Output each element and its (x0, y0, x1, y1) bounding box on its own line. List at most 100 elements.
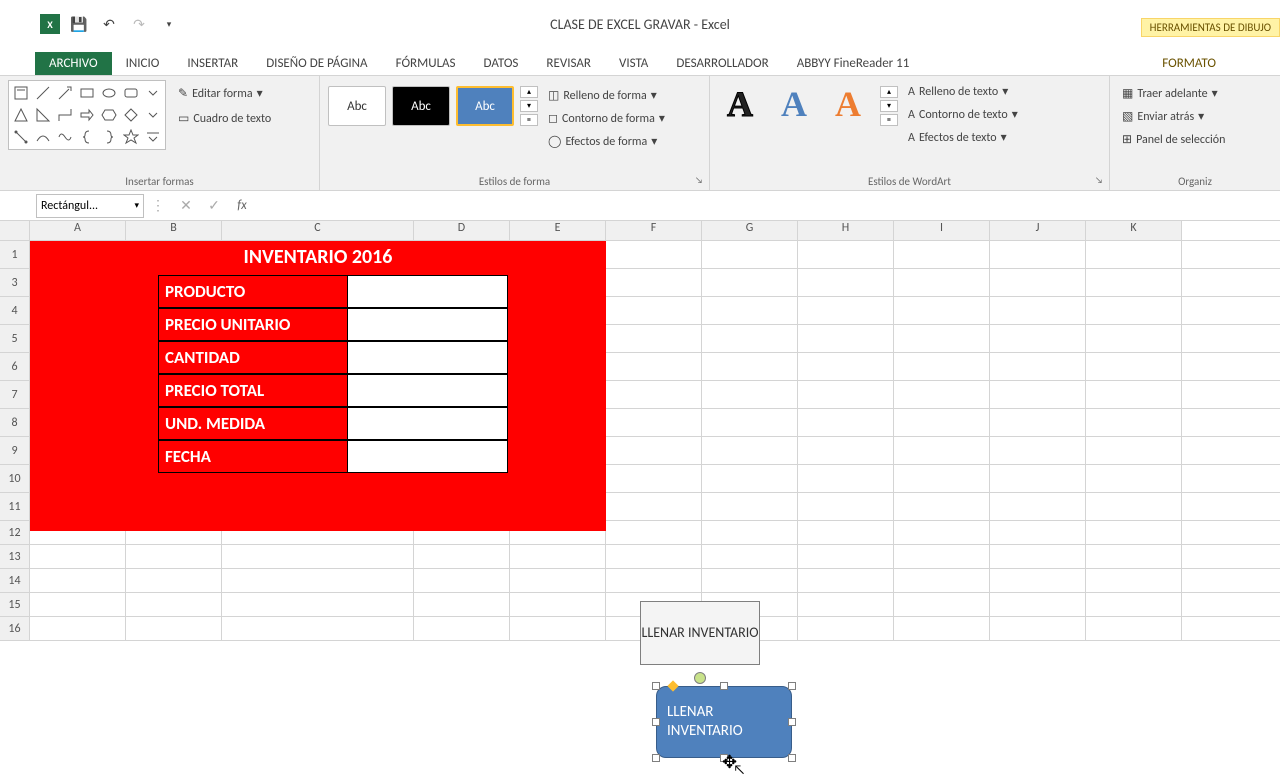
shape-dropdown-icon[interactable] (143, 127, 163, 147)
cell[interactable] (222, 593, 414, 616)
cell[interactable] (1086, 353, 1182, 380)
shape-rect-icon[interactable] (77, 83, 97, 103)
row-header[interactable]: 12 (0, 521, 30, 544)
cell[interactable] (798, 593, 894, 616)
row-header[interactable]: 15 (0, 593, 30, 616)
cell[interactable] (990, 521, 1086, 544)
cell[interactable] (798, 297, 894, 324)
cell[interactable] (1086, 241, 1182, 268)
row-header[interactable]: 5 (0, 325, 30, 352)
cell[interactable] (606, 545, 702, 568)
cell[interactable] (990, 437, 1086, 464)
shape-rightarrow-icon[interactable] (77, 105, 97, 125)
cell[interactable] (702, 409, 798, 436)
row-header[interactable]: 10 (0, 465, 30, 492)
selection-pane-button[interactable]: ⊞Panel de selección (1118, 130, 1272, 149)
cell[interactable] (606, 269, 702, 296)
cell[interactable] (702, 269, 798, 296)
cell[interactable] (798, 545, 894, 568)
cell[interactable] (510, 593, 606, 616)
cell[interactable] (990, 325, 1086, 352)
cell[interactable] (606, 493, 702, 520)
row-header[interactable]: 6 (0, 353, 30, 380)
wordart-style-2[interactable]: A (772, 82, 816, 126)
cell[interactable] (222, 617, 414, 640)
cell[interactable] (126, 617, 222, 640)
cell[interactable] (1086, 409, 1182, 436)
row-header[interactable]: 3 (0, 269, 30, 296)
cell[interactable] (126, 569, 222, 592)
shape-star-icon[interactable] (121, 127, 141, 147)
qat-customize-icon[interactable]: ▾ (158, 13, 180, 35)
cell[interactable] (798, 353, 894, 380)
cell[interactable] (894, 409, 990, 436)
formula-accept-icon[interactable]: ✓ (200, 197, 228, 214)
cell[interactable] (222, 545, 414, 568)
shape-arrow-icon[interactable] (55, 83, 75, 103)
cell[interactable] (1086, 569, 1182, 592)
cell[interactable] (414, 569, 510, 592)
cell[interactable] (702, 493, 798, 520)
tab-formulas[interactable]: FÓRMULAS (382, 52, 470, 75)
cell[interactable] (606, 241, 702, 268)
cell[interactable] (702, 297, 798, 324)
shape-line-icon[interactable] (33, 83, 53, 103)
tab-inicio[interactable]: INICIO (112, 52, 174, 75)
cell[interactable] (798, 241, 894, 268)
cell[interactable] (222, 569, 414, 592)
shape-brace-l-icon[interactable] (77, 127, 97, 147)
shape-fill-button[interactable]: ◫Relleno de forma ▾ (544, 86, 669, 105)
cell[interactable] (798, 325, 894, 352)
row-header[interactable]: 13 (0, 545, 30, 568)
shape-outline-button[interactable]: ◻Contorno de forma ▾ (544, 109, 669, 128)
wordart-style-1[interactable]: A (718, 82, 762, 126)
cell[interactable] (990, 241, 1086, 268)
cell[interactable] (990, 593, 1086, 616)
cell[interactable] (702, 437, 798, 464)
shape-brace-r-icon[interactable] (99, 127, 119, 147)
cell[interactable] (1086, 545, 1182, 568)
cell[interactable] (702, 325, 798, 352)
col-header[interactable]: I (894, 221, 990, 240)
select-all-corner[interactable] (0, 221, 30, 240)
shape-style-more[interactable]: ▴▾≡ (520, 86, 538, 126)
shape-more2-icon[interactable] (143, 105, 163, 125)
cell[interactable] (990, 381, 1086, 408)
cell[interactable] (990, 545, 1086, 568)
cell[interactable] (1086, 325, 1182, 352)
form-input[interactable] (348, 374, 508, 407)
cell[interactable] (894, 241, 990, 268)
resize-handle[interactable] (652, 682, 660, 690)
cell[interactable] (894, 593, 990, 616)
cell[interactable] (606, 353, 702, 380)
tab-abbyy[interactable]: ABBYY FineReader 11 (783, 52, 924, 75)
cell[interactable] (702, 521, 798, 544)
adjust-handle[interactable] (667, 680, 678, 691)
cell[interactable] (1086, 617, 1182, 640)
shape-textbox-icon[interactable] (11, 83, 31, 103)
save-icon[interactable]: 💾 (68, 13, 90, 35)
shape-blue-button[interactable]: LLENAR INVENTARIO (656, 686, 792, 758)
shape-freeform-icon[interactable] (55, 127, 75, 147)
cell[interactable] (990, 353, 1086, 380)
cell[interactable] (1086, 297, 1182, 324)
cell[interactable] (990, 569, 1086, 592)
cell[interactable] (1086, 521, 1182, 544)
shape-gray-button[interactable]: LLENAR INVENTARIO (640, 601, 760, 665)
row-header[interactable]: 9 (0, 437, 30, 464)
cell[interactable] (510, 569, 606, 592)
tab-revisar[interactable]: REVISAR (532, 52, 605, 75)
cell[interactable] (894, 269, 990, 296)
form-input[interactable] (348, 275, 508, 308)
resize-handle[interactable] (720, 682, 728, 690)
col-header[interactable]: D (414, 221, 510, 240)
text-fill-button[interactable]: ARelleno de texto ▾ (904, 82, 1022, 101)
cell[interactable] (702, 241, 798, 268)
shape-rtriangle-icon[interactable] (33, 105, 53, 125)
form-input[interactable] (348, 440, 508, 473)
cell[interactable] (798, 437, 894, 464)
cell[interactable] (1086, 465, 1182, 492)
shape-effects-button[interactable]: ◯Efectos de forma ▾ (544, 132, 669, 151)
text-box-button[interactable]: ▭Cuadro de texto (174, 109, 275, 128)
cell[interactable] (30, 617, 126, 640)
